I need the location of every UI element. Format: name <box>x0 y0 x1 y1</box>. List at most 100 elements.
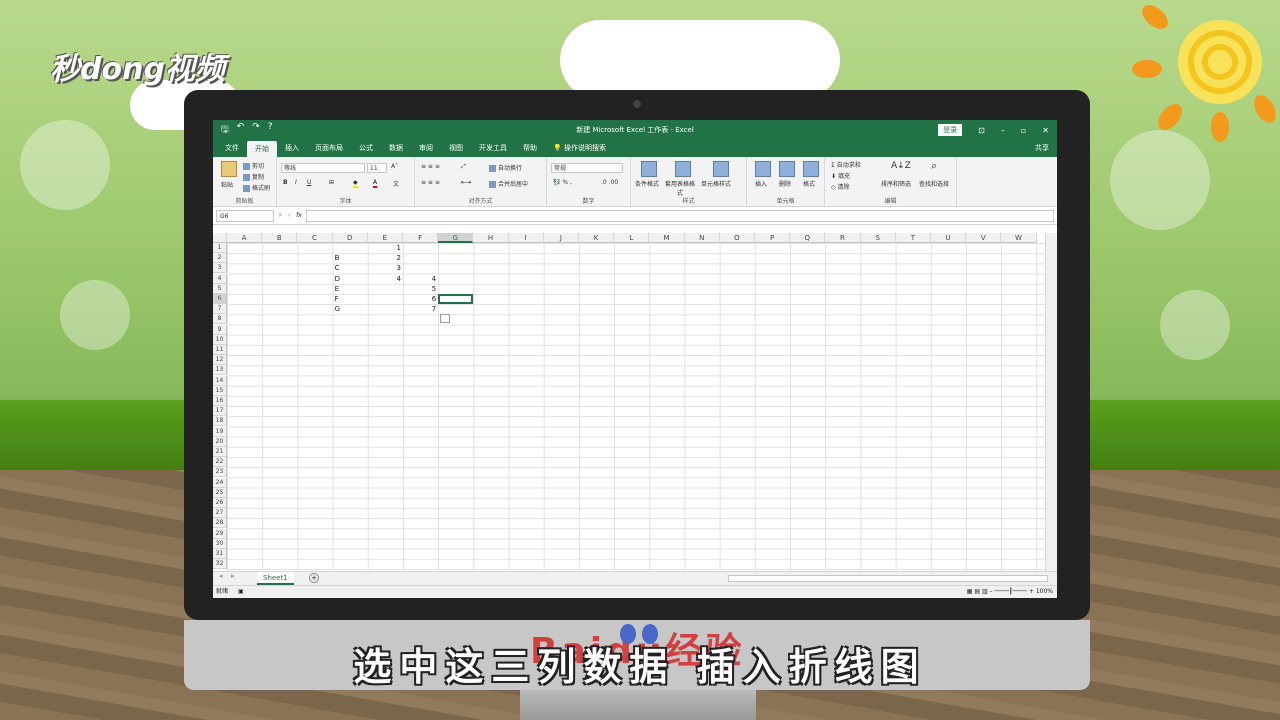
autosum-button[interactable]: Σ 自动求和 <box>831 160 861 169</box>
column-header[interactable]: T <box>895 233 931 243</box>
cut-button[interactable]: 剪切 <box>243 161 264 170</box>
row-header[interactable]: 20 <box>213 436 227 447</box>
column-header[interactable]: R <box>825 233 861 243</box>
row-header[interactable]: 8 <box>213 314 227 325</box>
add-sheet-icon[interactable]: + <box>309 573 319 583</box>
name-box[interactable]: G6 <box>216 209 274 222</box>
column-header[interactable]: D <box>332 233 368 243</box>
ribbon-display-icon[interactable]: ⊡ <box>978 126 985 135</box>
row-header[interactable]: 1 <box>213 243 227 253</box>
decimal-icon[interactable]: .0 .00 <box>601 179 618 186</box>
cell-D7[interactable]: G <box>335 304 366 314</box>
row-header[interactable]: 23 <box>213 467 227 478</box>
align-top-icon[interactable]: ≡ ≡ ≡ <box>421 163 440 170</box>
cell-E4[interactable]: 4 <box>370 274 401 284</box>
cell-E3[interactable]: 3 <box>370 263 401 273</box>
tab-9[interactable]: 帮助 <box>515 143 545 157</box>
spreadsheet-grid[interactable]: A B C D E F G H I J K L M N O P Q R S T U V W 1 2 3 4 5 6 7 8 9 10 11 12 13… <box>213 233 1045 571</box>
column-header[interactable]: V <box>966 233 1002 243</box>
cell-F7[interactable]: 7 <box>405 304 436 314</box>
row-header[interactable]: 24 <box>213 477 227 488</box>
paste-icon[interactable] <box>221 161 237 177</box>
column-header[interactable]: S <box>860 233 896 243</box>
merge-center-button[interactable]: 合并后居中 <box>489 179 528 188</box>
formula-input[interactable] <box>305 209 1054 222</box>
orientation-icon[interactable]: ⤢ <box>461 163 466 171</box>
column-header[interactable]: G <box>438 233 474 243</box>
page-break-icon[interactable]: ▥ <box>982 588 988 595</box>
cell-E2[interactable]: 2 <box>370 253 401 263</box>
column-header[interactable]: F <box>403 233 439 243</box>
insert-cells-button[interactable]: 插入 <box>755 179 767 188</box>
row-header[interactable]: 3 <box>213 263 227 274</box>
column-header[interactable]: N <box>684 233 720 243</box>
row-header[interactable]: 25 <box>213 487 227 498</box>
row-header[interactable]: 32 <box>213 559 227 570</box>
column-header[interactable]: H <box>473 233 509 243</box>
row-header[interactable]: 16 <box>213 396 227 406</box>
row-header[interactable]: 27 <box>213 508 227 519</box>
cell-D3[interactable]: C <box>335 263 366 273</box>
tab-0[interactable]: 文件 <box>217 143 247 157</box>
row-header[interactable]: 5 <box>213 283 227 294</box>
column-header[interactable]: W <box>1001 233 1037 243</box>
row-header[interactable]: 29 <box>213 528 227 539</box>
tab-3[interactable]: 页面布局 <box>307 143 351 157</box>
tab-6[interactable]: 审阅 <box>411 143 441 157</box>
currency-icon[interactable]: 💱 % , <box>553 179 572 186</box>
find-select-button[interactable]: 查找和选择 <box>919 179 949 188</box>
row-header[interactable]: 6 <box>213 294 227 304</box>
conditional-format-button[interactable]: 条件格式 <box>635 179 659 188</box>
column-header[interactable]: C <box>297 233 333 243</box>
row-header[interactable]: 26 <box>213 498 227 508</box>
fill-button[interactable]: ⬇ 填充 <box>831 171 850 180</box>
tab-8[interactable]: 开发工具 <box>471 143 515 157</box>
zoom-slider[interactable]: ────┃──── <box>994 588 1027 595</box>
close-icon[interactable]: ✕ <box>1042 126 1049 135</box>
row-header[interactable]: 19 <box>213 426 227 437</box>
paste-button[interactable]: 粘贴 <box>221 180 233 189</box>
cell-D4[interactable]: D <box>335 274 366 284</box>
bold-button[interactable]: B <box>283 179 288 186</box>
enter-icon[interactable]: ✓ <box>287 212 292 219</box>
row-header[interactable]: 11 <box>213 345 227 355</box>
wrap-text-button[interactable]: 自动换行 <box>489 163 522 172</box>
copy-button[interactable]: 复制 <box>243 172 264 181</box>
cell-F5[interactable]: 5 <box>405 284 436 294</box>
share-button[interactable]: 共享 <box>1035 143 1057 157</box>
page-layout-icon[interactable]: ▤ <box>974 588 980 595</box>
increase-font-icon[interactable]: A˄ <box>391 163 398 170</box>
maximize-icon[interactable]: ▫ <box>1021 126 1026 135</box>
horizontal-scrollbar[interactable] <box>728 575 1048 582</box>
delete-cells-button[interactable]: 删除 <box>779 179 791 188</box>
row-header[interactable]: 2 <box>213 253 227 264</box>
row-header[interactable]: 17 <box>213 406 227 417</box>
border-icon[interactable]: ⊞ <box>329 179 334 186</box>
font-name-select[interactable]: 等线 <box>281 163 365 173</box>
format-cells-button[interactable]: 格式 <box>803 179 815 188</box>
row-header[interactable]: 7 <box>213 304 227 315</box>
tab-1[interactable]: 开始 <box>247 141 277 157</box>
column-header[interactable]: Q <box>790 233 826 243</box>
zoom-in-icon[interactable]: + <box>1029 588 1034 595</box>
format-painter-button[interactable]: 格式刷 <box>243 183 270 192</box>
number-format-select[interactable]: 常规 <box>551 163 623 173</box>
row-header[interactable]: 18 <box>213 416 227 427</box>
phonetic-icon[interactable]: 文 <box>393 179 399 188</box>
cell-F4[interactable]: 4 <box>405 274 436 284</box>
vertical-scrollbar[interactable] <box>1045 233 1057 571</box>
table-format-button[interactable]: 套用表格格式 <box>663 179 697 197</box>
cell-F6[interactable]: 6 <box>405 294 436 304</box>
cancel-icon[interactable]: ✕ <box>278 212 283 219</box>
row-header[interactable]: 4 <box>213 273 227 284</box>
font-size-select[interactable]: 11 <box>367 163 387 173</box>
column-header[interactable]: P <box>755 233 791 243</box>
normal-view-icon[interactable]: ▦ <box>967 588 973 595</box>
row-header[interactable]: 21 <box>213 447 227 457</box>
quick-analysis-icon[interactable] <box>440 314 451 324</box>
column-header[interactable]: A <box>227 233 263 243</box>
row-header[interactable]: 30 <box>213 538 227 549</box>
row-header[interactable]: 10 <box>213 334 227 345</box>
row-header[interactable]: 9 <box>213 324 227 335</box>
row-header[interactable]: 31 <box>213 549 227 559</box>
